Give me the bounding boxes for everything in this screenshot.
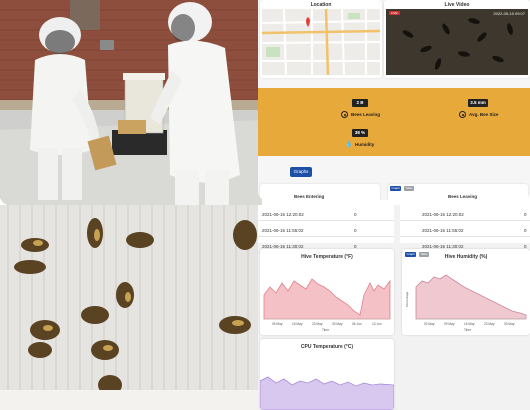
tick-label: 23 May: [484, 322, 495, 326]
cpu-temperature-chart: CPU Temperature (°C): [260, 339, 394, 410]
hive-temperature-plot: 09 May 16 May 23 May 30 May 06 Jun 13 Ju…: [263, 278, 391, 332]
hive-temperature-title: Hive Temperature (°F): [301, 254, 353, 260]
target-icon: [341, 111, 348, 118]
cpu-temperature-title: CPU Temperature (°C): [300, 344, 354, 350]
bees-leaving-value: 2 B: [352, 99, 368, 107]
humidity-label: Humidity: [355, 142, 375, 147]
humidity-value: 38 %: [352, 129, 368, 137]
bees-entering-title: Bees Entering: [294, 194, 325, 199]
graphs-button[interactable]: Graphs: [290, 167, 312, 177]
bees-closeup-photo: [0, 205, 262, 410]
bees-leaving-title: Bees Leaving: [448, 194, 478, 199]
tick-label: 06 Jun: [352, 322, 362, 326]
tick-label: 16 May: [464, 322, 475, 326]
hive-temperature-chart: Hive Temperature (°F) 09 May 16 May 23 M…: [260, 249, 394, 335]
stats-band: 2 B Bees Leaving 3.5 mm Avg. Bee Size 38…: [258, 88, 530, 156]
tick-label: 13 Jun: [372, 322, 382, 326]
beekeepers-photo: [0, 0, 262, 205]
tick-label: 30 May: [332, 322, 343, 326]
avg-bee-size-label: Avg. Bee Size: [469, 112, 499, 117]
video-timestamp: 2022-05-15 09:07: [493, 11, 525, 16]
dashboard-overview: Location Live Video LIVE 2022-05-15 09:0…: [258, 0, 530, 200]
tab-graph[interactable]: Graph: [390, 186, 402, 191]
tab-table[interactable]: Table: [404, 186, 415, 191]
table-row: 2021-06-16 12:20:02 0: [400, 207, 530, 221]
x-axis-label: Time: [322, 328, 329, 332]
location-title: Location: [310, 2, 332, 8]
y-axis-label: Percentage: [405, 291, 409, 307]
bees-leaving-table: 2021-06-16 12:20:02 0 2021-06-16 11:55:0…: [400, 205, 530, 253]
tick-label: 02 May: [424, 322, 435, 326]
hive-humidity-chart: Graph Table Hive Humidity (%) Percentage…: [402, 249, 530, 335]
tick-label: 09 May: [444, 322, 455, 326]
tick-label: 09 May: [272, 322, 283, 326]
location-card: Location: [260, 0, 382, 78]
bees-entering-table: 2021-06-16 12:20:02 0 2021-06-16 11:55:0…: [258, 205, 394, 253]
x-axis-label: Time: [464, 328, 471, 332]
live-video-feed[interactable]: LIVE 2022-05-15 09:07: [386, 9, 528, 75]
table-row: 2021-06-16 11:55:02 0: [400, 223, 530, 237]
hive-humidity-plot: Percentage 02 May 09 May 16 May 23 May 3…: [405, 274, 527, 332]
water-drops-icon: 💧: [345, 142, 353, 148]
live-badge: LIVE: [389, 11, 400, 15]
bees-entering-card: Bees Entering: [260, 184, 380, 200]
bees-leaving-card: Graph Table Bees Leaving: [388, 184, 528, 200]
avg-bee-size-value: 3.5 mm: [468, 99, 488, 107]
table-row: 2021-06-16 11:55:02 0: [258, 223, 394, 237]
tick-label: 16 May: [292, 322, 303, 326]
tick-label: 30 May: [504, 322, 515, 326]
live-video-title: Live Video: [444, 2, 470, 8]
table-row: 2021-06-16 12:20:02 0: [258, 207, 394, 221]
tick-label: 23 May: [312, 322, 323, 326]
target-icon: [459, 111, 466, 118]
bees-leaving-label: Bees Leaving: [351, 112, 381, 117]
live-video-card: Live Video LIVE 2022-05-15 09:07: [384, 0, 530, 78]
hive-humidity-title: Hive Humidity (%): [444, 254, 488, 260]
location-map[interactable]: [262, 9, 380, 75]
screenshot-collage: Location Live Video LIVE 2022-05-15 09:0…: [0, 0, 530, 410]
dashboard-details: 2021-06-16 12:20:02 0 2021-06-16 11:55:0…: [258, 205, 530, 410]
